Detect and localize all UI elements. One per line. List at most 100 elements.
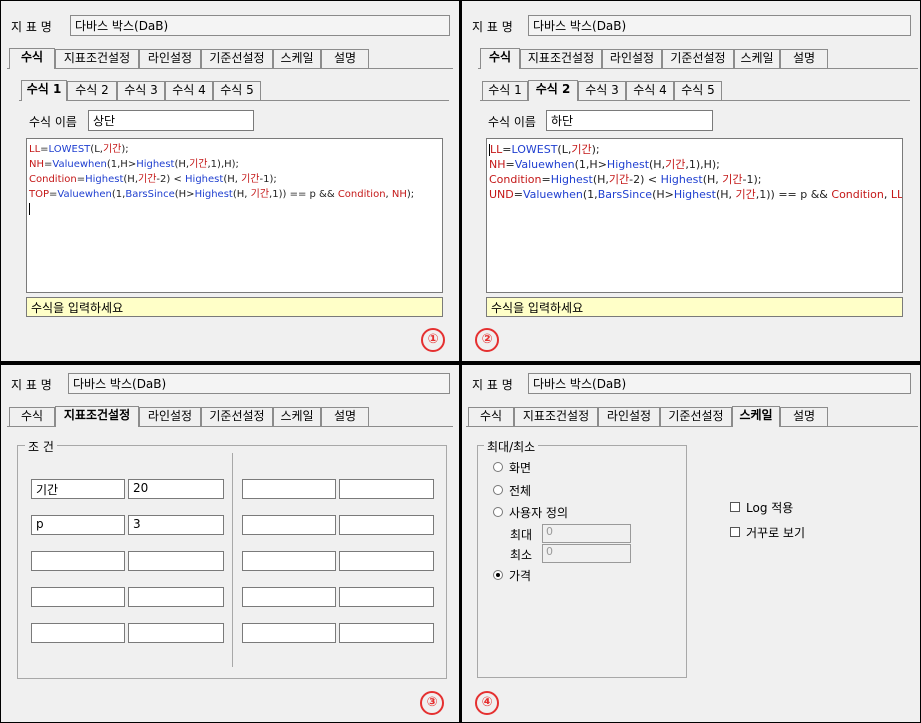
tab-formula-3[interactable]: 수식 3 — [117, 81, 165, 100]
tab-baseline-settings[interactable]: 기준선설정 — [201, 407, 273, 426]
condition-name-input-right[interactable] — [242, 515, 336, 535]
formula-token: Highest — [606, 158, 650, 171]
tab-line-settings[interactable]: 라인설정 — [602, 49, 662, 68]
condition-value-input[interactable]: 3 — [128, 515, 224, 535]
formula-token: UND — [489, 188, 514, 201]
formula-token: = — [40, 144, 49, 155]
min-label: 최소 — [510, 548, 533, 562]
condition-name-input-right[interactable] — [242, 623, 336, 643]
formula-token: LOWEST — [48, 144, 91, 155]
tab-formula-3[interactable]: 수식 3 — [578, 81, 626, 100]
condition-name-input-right[interactable] — [242, 587, 336, 607]
condition-name-input[interactable] — [31, 587, 125, 607]
tab-indicator-condition[interactable]: 지표조건설정 — [55, 406, 139, 427]
tab-formula-4[interactable]: 수식 4 — [626, 81, 674, 100]
tab-formula[interactable]: 수식 — [468, 407, 514, 426]
formula-token: NH — [29, 159, 44, 170]
condition-name-input[interactable]: 기간 — [31, 479, 125, 499]
tab-description[interactable]: 설명 — [780, 407, 828, 426]
tab-baseline-settings[interactable]: 기준선설정 — [660, 407, 732, 426]
tab-formula[interactable]: 수식 — [480, 48, 520, 69]
formula-token: Condition — [831, 188, 884, 201]
tab-indicator-condition[interactable]: 지표조건설정 — [55, 49, 139, 68]
tab-scale[interactable]: 스케일 — [273, 49, 321, 68]
tab-baseline-settings[interactable]: 기준선설정 — [201, 49, 273, 68]
formula-token: (H, — [592, 173, 609, 186]
condition-name-input[interactable]: p — [31, 515, 125, 535]
panel-formula-1: 지 표 명 다바스 박스(DaB) 수식 지표조건설정 라인설정 기준선설정 스… — [1, 1, 459, 361]
tab-formula-1[interactable]: 수식 1 — [482, 81, 528, 100]
condition-name-input-right[interactable] — [242, 551, 336, 571]
formula-editor[interactable]: LL=LOWEST(L,기간); NH=Valuewhen(1,H>Highest… — [486, 138, 903, 293]
formula-token: (1, — [582, 188, 598, 201]
tab-indicator-condition[interactable]: 지표조건설정 — [520, 49, 602, 68]
radio-all[interactable] — [493, 485, 503, 495]
formula-line: LL=LOWEST(L,기간); — [29, 142, 440, 157]
condition-value-input[interactable] — [128, 551, 224, 571]
formula-token: -1); — [259, 174, 277, 185]
condition-value-input-right[interactable] — [339, 623, 434, 643]
tab-indicator-condition[interactable]: 지표조건설정 — [514, 407, 598, 426]
formula-token: (1,H> — [574, 158, 607, 171]
formula-token: 기간 — [571, 143, 592, 156]
tab-baseline-settings[interactable]: 기준선설정 — [662, 49, 734, 68]
tab-line-settings[interactable]: 라인설정 — [598, 407, 660, 426]
formula-name-input[interactable]: 상단 — [88, 110, 254, 131]
formula-token: Valuewhen — [522, 188, 583, 201]
condition-value-input-right[interactable] — [339, 551, 434, 571]
condition-value-input-right[interactable] — [339, 479, 434, 499]
condition-name-input[interactable] — [31, 623, 125, 643]
condition-value-input[interactable] — [128, 623, 224, 643]
condition-value-input[interactable] — [128, 587, 224, 607]
tab-formula-5[interactable]: 수식 5 — [674, 81, 722, 100]
tab-scale[interactable]: 스케일 — [732, 406, 780, 427]
formula-token: = — [76, 174, 86, 185]
indicator-name-field[interactable]: 다바스 박스(DaB) — [528, 15, 911, 36]
condition-value-input[interactable]: 20 — [128, 479, 224, 499]
tab-formula-4[interactable]: 수식 4 — [165, 81, 213, 100]
condition-value-input-right[interactable] — [339, 515, 434, 535]
indicator-name-field[interactable]: 다바스 박스(DaB) — [70, 15, 450, 36]
tab-formula[interactable]: 수식 — [9, 48, 55, 69]
formula-token: (H, — [223, 174, 242, 185]
reverse-checkbox[interactable] — [730, 527, 740, 537]
tab-formula-5[interactable]: 수식 5 — [213, 81, 261, 100]
log-checkbox[interactable] — [730, 502, 740, 512]
formula-token: Valuewhen — [57, 189, 112, 200]
formula-token: (L, — [90, 144, 103, 155]
tab-formula-2[interactable]: 수식 2 — [528, 80, 578, 101]
formula-hint-bar: 수식을 입력하세요 — [486, 297, 903, 317]
radio-user-defined[interactable] — [493, 507, 503, 517]
formula-editor[interactable]: LL=LOWEST(L,기간); NH=Valuewhen(1,H>Highest… — [26, 138, 443, 293]
tab-formula[interactable]: 수식 — [9, 407, 55, 426]
indicator-name-field[interactable]: 다바스 박스(DaB) — [528, 373, 911, 394]
badge-3: ③ — [420, 691, 444, 715]
tab-formula-1[interactable]: 수식 1 — [21, 80, 67, 101]
radio-price-label: 가격 — [509, 569, 532, 583]
tab-line-settings[interactable]: 라인설정 — [139, 49, 201, 68]
max-label: 최대 — [510, 528, 533, 542]
badge-1: ① — [421, 328, 445, 352]
tab-description[interactable]: 설명 — [780, 49, 828, 68]
tab-description[interactable]: 설명 — [321, 49, 369, 68]
tab-scale[interactable]: 스케일 — [273, 407, 321, 426]
radio-screen[interactable] — [493, 462, 503, 472]
indicator-name-field[interactable]: 다바스 박스(DaB) — [68, 373, 450, 394]
formula-token: = — [513, 188, 523, 201]
tab-line-settings[interactable]: 라인설정 — [139, 407, 201, 426]
main-tabs-line — [7, 68, 453, 69]
tab-description[interactable]: 설명 — [321, 407, 369, 426]
radio-price[interactable] — [493, 570, 503, 580]
tab-scale[interactable]: 스케일 — [734, 49, 780, 68]
formula-name-input[interactable]: 하단 — [546, 110, 713, 131]
condition-value-input-right[interactable] — [339, 587, 434, 607]
condition-name-input-right[interactable] — [242, 479, 336, 499]
tab-formula-2[interactable]: 수식 2 — [67, 81, 117, 100]
formula-token: (H, — [174, 159, 190, 170]
main-tabs-line — [478, 68, 918, 69]
formula-token: Valuewhen — [52, 159, 107, 170]
formula-token: (L, — [557, 143, 572, 156]
formula-token: ,1)) == p && — [269, 189, 338, 200]
formula-token: -2) < — [629, 173, 661, 186]
condition-name-input[interactable] — [31, 551, 125, 571]
